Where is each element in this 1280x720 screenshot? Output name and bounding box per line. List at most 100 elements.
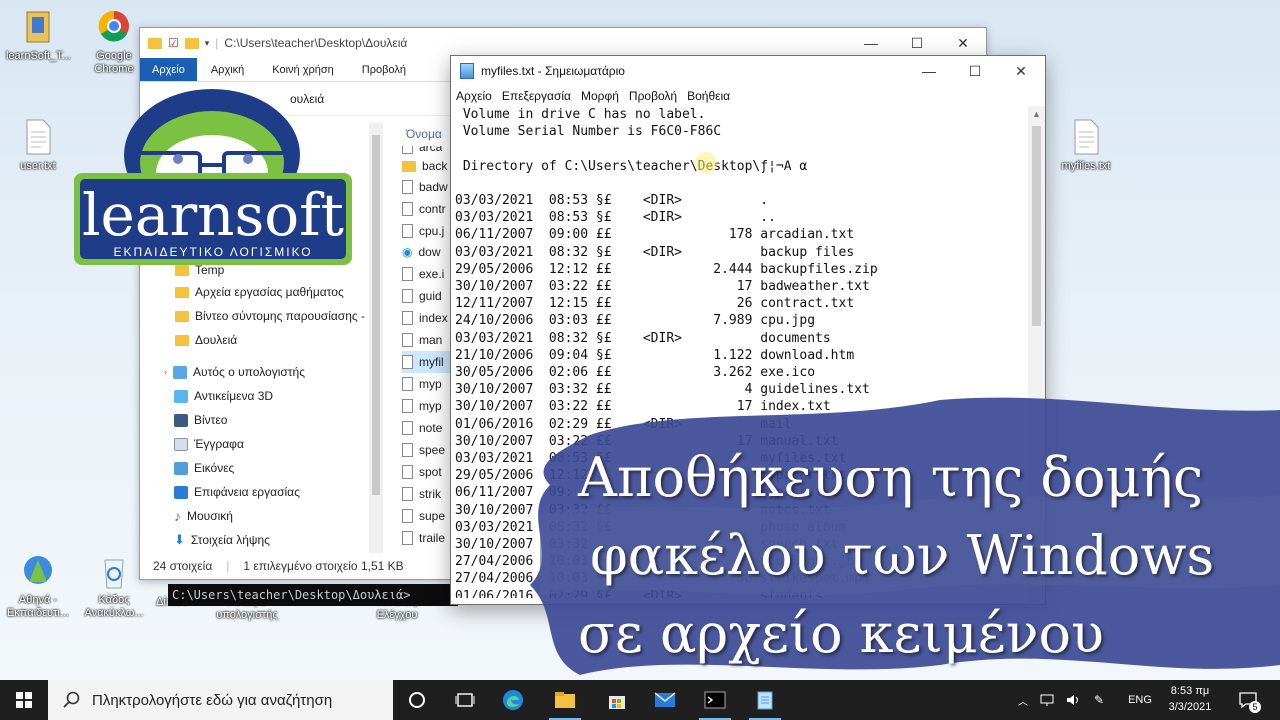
minimize-button[interactable]: — bbox=[906, 56, 952, 86]
nav-item-this-pc[interactable]: › Αυτός ο υπολογιστής bbox=[164, 360, 305, 384]
file-row[interactable]: spee bbox=[402, 439, 445, 461]
nav-item-3d-objects[interactable]: Αντικείμενα 3D bbox=[174, 384, 273, 408]
nav-item-music[interactable]: ♪ Μουσική bbox=[174, 504, 233, 528]
file-row[interactable]: cpu.j bbox=[402, 220, 444, 242]
file-icon bbox=[402, 289, 413, 303]
maximize-button[interactable]: ☐ bbox=[894, 28, 940, 58]
notepad-icon bbox=[757, 691, 773, 710]
tray-pen[interactable]: ✎ bbox=[1088, 680, 1110, 720]
nav-item-desktop[interactable]: Επιφάνεια εργασίας bbox=[174, 480, 300, 504]
headline-line-2: φακέλου των Windows bbox=[590, 524, 1215, 587]
file-row[interactable]: traile bbox=[402, 527, 445, 546]
athena-app-icon bbox=[21, 552, 55, 590]
file-row[interactable]: spot bbox=[402, 461, 442, 483]
desktop-icon-user-txt[interactable]: user.txt bbox=[6, 118, 70, 173]
desktop-icon-learnsoft[interactable]: learnSoft_T... bbox=[6, 8, 71, 63]
downloads-icon: ⬇ bbox=[174, 532, 185, 547]
menu-help[interactable]: Βοήθεια bbox=[682, 89, 735, 103]
desktop-icon-athena[interactable]: Αθηνά - Εκπαιδευτι... bbox=[6, 552, 70, 620]
desktop-icon-label: learnSoft_T... bbox=[6, 50, 71, 62]
tray-network[interactable] bbox=[1036, 680, 1058, 720]
tab-share[interactable]: Κοινή χρήση bbox=[258, 58, 348, 81]
start-button[interactable] bbox=[0, 680, 48, 720]
file-row[interactable]: contr bbox=[402, 198, 446, 220]
search-placeholder: Πληκτρολογήστε εδώ για αναζήτηση bbox=[92, 691, 333, 709]
menu-edit[interactable]: Επεξεργασία bbox=[497, 89, 576, 103]
file-icon bbox=[402, 267, 413, 281]
desktop-icon-myfiles-txt[interactable]: myfiles.txt bbox=[1054, 118, 1118, 173]
tray-clock[interactable]: 8:53 πμ 3/3/2021 bbox=[1160, 683, 1220, 719]
taskbar-command-prompt[interactable] bbox=[691, 680, 739, 720]
scrollbar-thumb[interactable] bbox=[1032, 126, 1041, 326]
menu-format[interactable]: Μορφή bbox=[576, 89, 624, 103]
taskbar-search-box[interactable]: Πληκτρολογήστε εδώ για αναζήτηση bbox=[48, 680, 393, 720]
file-row[interactable]: myp bbox=[402, 395, 442, 417]
tray-language[interactable]: ENG bbox=[1125, 680, 1155, 720]
menu-file[interactable]: Αρχείο bbox=[451, 89, 497, 103]
file-row[interactable]: index bbox=[402, 307, 448, 329]
clock-date: 3/3/2021 bbox=[1168, 701, 1212, 713]
file-row[interactable]: supe bbox=[402, 505, 445, 527]
minimize-button[interactable]: — bbox=[848, 28, 894, 58]
folder-icon bbox=[175, 310, 189, 322]
close-button[interactable]: ✕ bbox=[998, 56, 1044, 86]
file-row[interactable]: back bbox=[402, 155, 447, 177]
file-icon bbox=[402, 377, 413, 391]
file-row[interactable]: badw bbox=[402, 176, 448, 198]
quick-access-dropdown-icon[interactable]: ▾ bbox=[205, 38, 210, 49]
edge-icon: ◉ bbox=[402, 245, 413, 259]
desktop-icon-label: Αθηνά - Εκπαιδευτι... bbox=[6, 594, 70, 619]
close-button[interactable]: ✕ bbox=[940, 28, 986, 58]
chevron-right-icon[interactable]: › bbox=[164, 367, 167, 377]
action-center-button[interactable]: 5 bbox=[1228, 680, 1268, 720]
scrollbar-thumb[interactable] bbox=[372, 135, 380, 495]
learnsoft-logo: learnsoft ΕΚΠΑΙΔΕΥΤΙΚΟ ΛΟΓΙΣΜΙΚΟ bbox=[74, 89, 352, 265]
taskbar-mail[interactable] bbox=[641, 680, 689, 720]
file-row[interactable]: note bbox=[402, 417, 442, 439]
cortana-button[interactable] bbox=[393, 680, 441, 720]
nav-item-short-videos[interactable]: Βίντεο σύντομης παρουσίασης - ... bbox=[175, 304, 378, 328]
cube-3d-icon bbox=[174, 389, 188, 403]
file-row[interactable]: exe.i bbox=[402, 263, 444, 285]
scroll-up-icon[interactable]: ▲ bbox=[1028, 106, 1045, 123]
nav-item-work[interactable]: Δουλειά bbox=[175, 328, 237, 352]
tray-show-hidden[interactable]: ︿ bbox=[1012, 680, 1034, 720]
task-view-button[interactable] bbox=[441, 680, 489, 720]
properties-icon[interactable]: ☑ bbox=[168, 36, 179, 50]
volume-icon bbox=[1067, 695, 1078, 705]
nav-item-documents[interactable]: Έγγραφα bbox=[174, 432, 244, 456]
taskbar-edge[interactable] bbox=[489, 680, 537, 720]
desktop-icon-chrome[interactable]: Google Chrome bbox=[82, 8, 146, 76]
tab-view[interactable]: Προβολή bbox=[348, 58, 420, 81]
video-icon bbox=[174, 413, 188, 427]
file-row-selected[interactable]: myfil bbox=[402, 351, 454, 373]
new-folder-icon[interactable] bbox=[184, 37, 199, 49]
maximize-button[interactable]: ☐ bbox=[952, 56, 998, 86]
file-row[interactable]: ◉ dow bbox=[402, 241, 441, 263]
menu-view[interactable]: Προβολή bbox=[624, 89, 682, 103]
nav-item-course-files[interactable]: Αρχεία εργασίας μαθήματος bbox=[175, 280, 344, 304]
tab-home[interactable]: Αρχική bbox=[197, 58, 258, 81]
taskbar-notepad[interactable] bbox=[741, 680, 789, 720]
tray-volume[interactable] bbox=[1062, 680, 1084, 720]
taskbar-store[interactable] bbox=[593, 680, 641, 720]
file-row[interactable]: strik bbox=[402, 483, 441, 505]
folder-icon bbox=[148, 37, 162, 49]
file-row[interactable]: myp bbox=[402, 373, 442, 395]
folder-icon bbox=[402, 160, 416, 172]
edge-icon bbox=[503, 690, 523, 710]
notepad-menu-bar: Αρχείο Επεξεργασία Μορφή Προβολή Βοήθεια bbox=[451, 86, 1045, 106]
nav-item-pictures[interactable]: Εικόνες bbox=[174, 456, 234, 480]
navigation-scrollbar[interactable] bbox=[369, 123, 383, 553]
nav-item-videos[interactable]: Βίντεο bbox=[174, 408, 227, 432]
file-row[interactable]: guid bbox=[402, 285, 442, 307]
tab-file[interactable]: Αρχείο bbox=[140, 58, 197, 81]
command-prompt-line[interactable]: C:\Users\teacher\Desktop\Δουλειά> bbox=[168, 584, 458, 606]
desktop-icon-recycle-bin[interactable]: Κάδος Ανακύκλω... bbox=[82, 552, 146, 620]
column-header-name[interactable]: Όνομα bbox=[406, 127, 442, 141]
file-icon bbox=[402, 399, 413, 413]
taskbar-file-explorer[interactable] bbox=[541, 680, 589, 720]
headline-line-3: σε αρχείο κειμένου bbox=[578, 602, 1104, 665]
file-row[interactable]: man bbox=[402, 329, 442, 351]
nav-item-downloads[interactable]: ⬇ Στοιχεία λήψης bbox=[174, 528, 270, 548]
